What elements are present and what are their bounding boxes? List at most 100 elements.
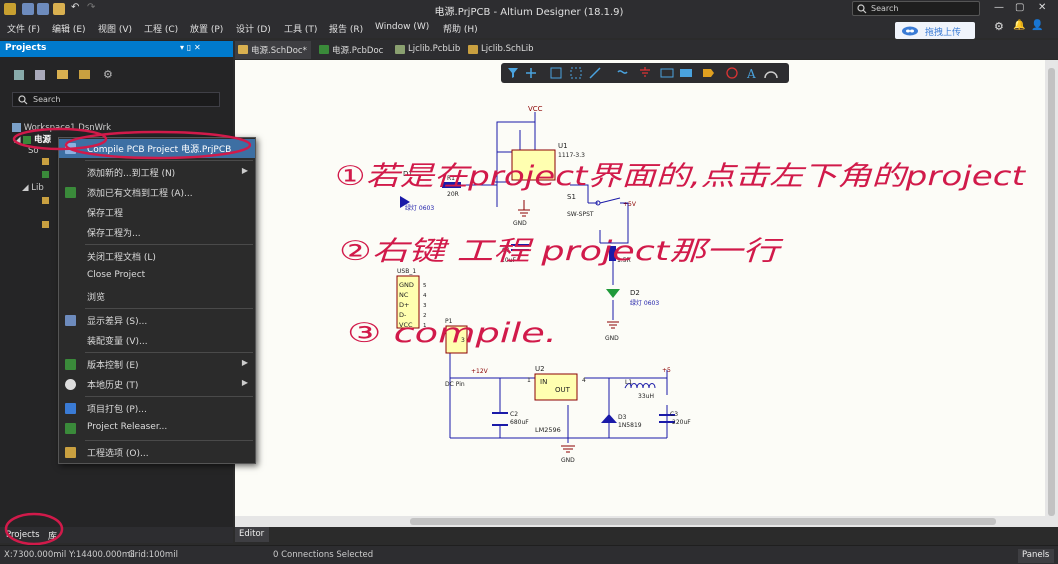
menu-file[interactable]: 文件 (F): [7, 22, 40, 35]
project-icon: [23, 135, 32, 144]
settings-icon[interactable]: ⚙: [103, 68, 113, 81]
title-bar: ↶ ↷ 电源.PrjPCB - Altium Designer (18.1.9)…: [0, 0, 1058, 18]
save-all-icon[interactable]: [35, 70, 45, 80]
tab-projects[interactable]: Projects: [6, 530, 40, 540]
file-icon: [42, 158, 49, 165]
menu-show-diff-label: 显示差异 (S)...: [87, 317, 148, 327]
tree-workspace[interactable]: Workspace1.DsnWrk: [12, 123, 111, 133]
menu-releaser[interactable]: Project Releaser...: [59, 419, 255, 438]
bell-icon[interactable]: 🔔: [1013, 20, 1025, 31]
tree-project[interactable]: ◢ 电源: [14, 133, 51, 145]
vertical-scroll-thumb[interactable]: [1048, 68, 1055, 516]
menu-project-options[interactable]: 工程选项 (O)...: [59, 443, 255, 462]
menu-add-existing[interactable]: 添加已有文档到工程 (A)...: [59, 183, 255, 202]
menu-local-history-label: 本地历史 (T): [87, 381, 139, 391]
plus5-label: +5V: [623, 201, 637, 208]
r1-value: 20R: [447, 191, 459, 198]
file-icon: [42, 171, 49, 178]
menu-compile-project[interactable]: Compile PCB Project 电源.PrjPCB: [59, 139, 255, 158]
schematic-canvas[interactable]: A U1 1117-3.3 VCC GND D1 绿灯 0603 R1 20R …: [235, 60, 1045, 516]
workspace-label: Workspace1.DsnWrk: [23, 123, 112, 133]
gnd-symbol: [607, 321, 619, 329]
user-icon[interactable]: 👤: [1031, 20, 1043, 31]
menu-show-diff[interactable]: 显示差异 (S)...: [59, 311, 255, 330]
upload-button[interactable]: 拖拽上传: [895, 22, 975, 39]
usb-pin-label: GND: [399, 281, 414, 289]
menu-separator: [85, 396, 253, 397]
tab-pcblib[interactable]: Ljclib.PcbLib: [392, 41, 464, 59]
menu-close-project[interactable]: Close Project: [59, 267, 255, 286]
submenu-arrow-icon: ▶: [241, 358, 248, 367]
menu-version-control-label: 版本控制 (E): [87, 361, 139, 371]
text-icon[interactable]: A: [746, 67, 756, 81]
horizontal-scrollbar[interactable]: [235, 516, 1045, 527]
tree-lib-folder[interactable]: ◢ Lib: [22, 183, 44, 193]
menu-variants[interactable]: 装配变量 (V)...: [59, 331, 255, 350]
tab-pcbdoc-label: 电源.PcbDoc: [332, 46, 384, 56]
tab-editor[interactable]: Editor: [235, 527, 269, 542]
panel-controls[interactable]: ▾ ▯ ✕: [180, 43, 201, 52]
tab-schdoc[interactable]: 电源.SchDoc*: [235, 41, 311, 59]
menu-design[interactable]: 设计 (D): [236, 22, 271, 35]
options-icon: [65, 447, 76, 458]
menu-view[interactable]: 视图 (V): [98, 22, 132, 35]
l1-value: 33uH: [638, 393, 654, 400]
tree-source-folder[interactable]: So: [28, 146, 39, 156]
u2-in: IN: [540, 378, 547, 386]
menu-edit[interactable]: 编辑 (E): [52, 22, 86, 35]
annotation-step1: ①若是在project界面的,点击左下角的project: [335, 161, 1027, 192]
global-search-input[interactable]: Search: [852, 1, 980, 16]
usb-pin-number: 4: [423, 293, 427, 299]
menu-save-project[interactable]: 保存工程: [59, 203, 255, 222]
maximize-button[interactable]: ▢: [1015, 2, 1024, 13]
menu-add-new[interactable]: 添加新的...到工程 (N) ▶: [59, 163, 255, 182]
projects-panel-title: Projects: [5, 43, 47, 53]
pcb-lib-icon: [395, 45, 405, 54]
menu-browse[interactable]: 浏览: [59, 287, 255, 306]
horizontal-scroll-thumb[interactable]: [410, 518, 996, 525]
c2-value: 680uF: [510, 419, 529, 426]
tab-library[interactable]: 库: [48, 529, 57, 542]
submenu-arrow-icon: ▶: [241, 378, 248, 387]
submenu-arrow-icon: ▶: [241, 166, 248, 175]
close-button[interactable]: ✕: [1038, 2, 1046, 13]
tab-pcbdoc[interactable]: 电源.PcbDoc: [316, 41, 387, 59]
sheet-symbol-icon[interactable]: [680, 69, 692, 77]
menu-compile-label: Compile PCB Project 电源.PrjPCB: [87, 145, 232, 155]
menu-tools[interactable]: 工具 (T): [284, 22, 317, 35]
menu-version-control[interactable]: 版本控制 (E) ▶: [59, 355, 255, 374]
projects-toolbar: ⚙: [0, 60, 233, 88]
plus5b-label: +5: [662, 367, 671, 374]
expand-icon[interactable]: ◢: [14, 135, 21, 145]
open-folder-icon[interactable]: [57, 70, 68, 79]
panels-button[interactable]: Panels: [1018, 549, 1054, 563]
menu-save-project-label: 保存工程: [87, 209, 124, 219]
menu-separator: [85, 244, 253, 245]
cloud-icon: [902, 26, 918, 36]
menu-separator: [85, 308, 253, 309]
projects-search-input[interactable]: Search: [12, 92, 220, 107]
menu-place[interactable]: 放置 (P): [190, 22, 223, 35]
minimize-button[interactable]: —: [994, 2, 1004, 13]
folder-icon[interactable]: [79, 70, 90, 79]
vertical-scrollbar[interactable]: [1045, 60, 1058, 527]
menu-local-history[interactable]: 本地历史 (T) ▶: [59, 375, 255, 394]
menu-close-docs[interactable]: 关闭工程文档 (L): [59, 247, 255, 266]
menu-package[interactable]: 项目打包 (P)...: [59, 399, 255, 418]
menu-project[interactable]: 工程 (C): [144, 22, 178, 35]
tab-schlib[interactable]: Ljclib.SchLib: [465, 41, 538, 59]
menu-help[interactable]: 帮助 (H): [443, 22, 478, 35]
vcc-label: VCC: [528, 105, 543, 113]
menu-add-new-label: 添加新的...到工程 (N): [87, 169, 176, 179]
save-icon[interactable]: [14, 70, 24, 80]
status-connections: 0 Connections Selected: [273, 550, 374, 560]
status-grid: Grid:100mil: [128, 550, 178, 560]
project-label: 电源: [33, 135, 51, 145]
expand-icon[interactable]: ◢: [22, 183, 29, 193]
menu-save-project-as[interactable]: 保存工程为...: [59, 223, 255, 242]
gnd-label: GND: [605, 335, 619, 342]
gear-icon[interactable]: ⚙: [994, 20, 1004, 33]
menu-reports[interactable]: 报告 (R): [329, 22, 363, 35]
diff-icon: [65, 315, 76, 326]
menu-window[interactable]: Window (W): [375, 22, 429, 32]
